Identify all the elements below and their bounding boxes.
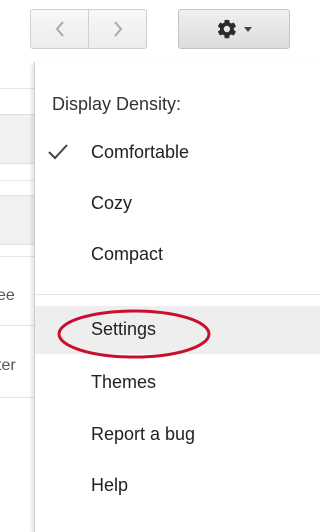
background-row-line: [0, 325, 34, 326]
background-row-line: [0, 256, 34, 257]
chevron-right-icon: [113, 21, 122, 37]
gear-icon: [217, 19, 236, 39]
background-truncated-text: ee: [0, 287, 15, 304]
menu-item-label: Cozy: [91, 193, 133, 213]
next-button[interactable]: [89, 9, 147, 49]
menu-item-label: Report a bug: [91, 424, 196, 444]
background-row-line: [0, 180, 34, 181]
density-option-comfortable[interactable]: Comfortable: [35, 129, 320, 177]
display-density-heading: Display Density:: [52, 94, 182, 114]
menu-item-themes[interactable]: Themes: [35, 359, 320, 407]
background-panel: [0, 114, 34, 164]
settings-gear-button[interactable]: [178, 9, 290, 49]
density-option-compact[interactable]: Compact: [35, 231, 320, 279]
menu-item-label: Themes: [91, 372, 157, 392]
menu-item-settings[interactable]: Settings: [35, 306, 320, 354]
density-option-cozy[interactable]: Cozy: [35, 180, 320, 228]
chevron-left-icon: [55, 21, 64, 37]
background-truncated-text: ter: [0, 357, 16, 374]
previous-button[interactable]: [30, 9, 89, 49]
menu-item-help[interactable]: Help: [35, 462, 320, 510]
background-row-line: [0, 88, 34, 89]
checkmark-icon: [48, 144, 68, 160]
pagination-buttons: [30, 9, 147, 49]
menu-item-label: Compact: [91, 244, 164, 264]
settings-dropdown-menu: Display Density: Comfortable Cozy Compac…: [34, 62, 320, 532]
menu-item-report-a-bug[interactable]: Report a bug: [35, 411, 320, 459]
background-row-line: [0, 397, 34, 398]
menu-item-label: Comfortable: [91, 142, 190, 162]
caret-down-icon: [244, 26, 252, 32]
menu-item-label: Settings: [91, 319, 157, 339]
background-panel: [0, 195, 34, 245]
menu-item-label: Help: [91, 475, 129, 495]
menu-divider: [35, 294, 320, 295]
